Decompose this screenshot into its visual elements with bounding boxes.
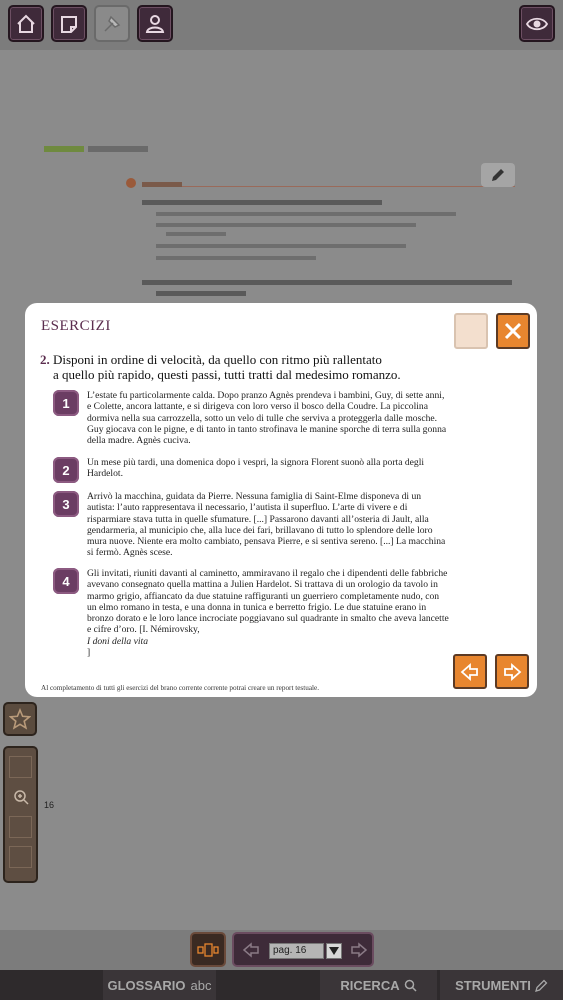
abc-icon: abc <box>190 977 212 993</box>
exercise-modal: ESERCIZI 2. Disponi in ordine di velocit… <box>25 303 537 697</box>
favorites-button[interactable] <box>3 702 37 736</box>
zoom-in-icon <box>13 790 29 805</box>
pencil-icon <box>534 979 548 992</box>
passage-text: L’estate fu particolarmente calda. Dopo … <box>87 390 447 447</box>
zoom-button[interactable] <box>9 786 32 808</box>
question-text: 2. Disponi in ordine di velocità, da que… <box>40 352 480 382</box>
tab-strumenti[interactable]: STRUMENTI <box>440 970 563 1000</box>
page-navigator: pag. 16 <box>232 932 374 967</box>
passage-badge[interactable]: 1 <box>53 390 79 416</box>
footnote: Al completamento di tutti gli esercizi d… <box>41 684 319 692</box>
home-icon <box>17 14 35 33</box>
question-line: Disponi in ordine di velocità, da quello… <box>53 352 382 367</box>
arrow-right-icon <box>504 662 522 681</box>
tool-slot[interactable] <box>9 756 32 778</box>
tab-label: RICERCA <box>340 977 400 993</box>
user-button[interactable] <box>137 5 173 42</box>
side-tool-panel <box>3 746 38 883</box>
blank-button[interactable] <box>454 313 488 349</box>
caret-down-icon <box>329 947 339 955</box>
prev-page-icon[interactable] <box>243 942 259 958</box>
bookmark-button[interactable] <box>51 5 87 42</box>
edit-button[interactable] <box>481 163 515 187</box>
bottom-tab-bar: GLOSSARIO abc RICERCA STRUMENTI <box>0 970 563 1000</box>
question-line: a quello più rapido, questi passi, tutti… <box>53 367 401 382</box>
tools-icon <box>104 15 121 32</box>
page-input[interactable]: pag. 16 <box>269 943 324 959</box>
arrow-left-icon <box>460 662 478 681</box>
passage-badge[interactable]: 2 <box>53 457 79 483</box>
page-dropdown[interactable] <box>326 943 342 959</box>
tab-ricerca[interactable]: RICERCA <box>320 970 437 1000</box>
passage-text: Un mese più tardi, una domenica dopo i v… <box>87 457 425 480</box>
tool-slot[interactable] <box>9 846 32 868</box>
passage-text: Arrivò la macchina, guidata da Pierre. N… <box>87 491 446 559</box>
tool-slot[interactable] <box>9 816 32 838</box>
pencil-icon <box>492 169 504 181</box>
search-icon <box>404 979 417 992</box>
home-button[interactable] <box>8 5 44 42</box>
user-icon <box>145 14 165 33</box>
passage-badge[interactable]: 4 <box>53 568 79 594</box>
view-button[interactable] <box>519 5 555 42</box>
tab-label: STRUMENTI <box>455 977 531 993</box>
modal-title: ESERCIZI <box>41 318 111 334</box>
close-icon <box>504 322 522 340</box>
tab-label: GLOSSARIO <box>107 977 186 993</box>
close-button[interactable] <box>496 313 530 349</box>
next-button[interactable] <box>495 654 529 689</box>
eye-icon <box>526 17 548 30</box>
tab-empty[interactable] <box>0 970 100 1000</box>
tab-glossario[interactable]: GLOSSARIO abc <box>103 970 216 1000</box>
prev-button[interactable] <box>453 654 487 689</box>
tools-button[interactable] <box>94 5 130 42</box>
side-page-number: 16 <box>44 800 55 810</box>
passage-badge[interactable]: 3 <box>53 491 79 517</box>
passage-text: Gli invitati, riuniti davanti al caminet… <box>87 568 449 659</box>
bookmark-icon <box>61 15 77 33</box>
layout-toggle-button[interactable] <box>190 932 226 967</box>
layout-icon <box>197 942 219 957</box>
question-number: 2. <box>40 352 50 367</box>
next-page-icon[interactable] <box>351 942 367 958</box>
star-icon <box>9 708 31 730</box>
